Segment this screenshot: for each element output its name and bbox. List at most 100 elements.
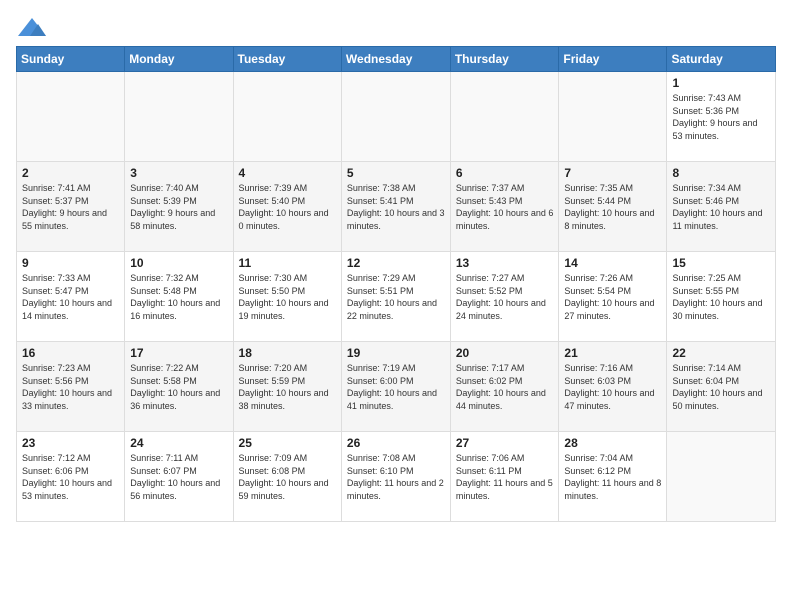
calendar-cell: 12 Sunrise: 7:29 AM Sunset: 5:51 PM Dayli…: [341, 252, 450, 342]
calendar-cell: 15 Sunrise: 7:25 AM Sunset: 5:55 PM Dayli…: [667, 252, 776, 342]
day-info: Sunrise: 7:16 AM Sunset: 6:03 PM Dayligh…: [564, 362, 661, 412]
day-number: 26: [347, 436, 445, 450]
day-info: Sunrise: 7:35 AM Sunset: 5:44 PM Dayligh…: [564, 182, 661, 232]
day-info: Sunrise: 7:41 AM Sunset: 5:37 PM Dayligh…: [22, 182, 119, 232]
day-number: 14: [564, 256, 661, 270]
calendar-cell: 18 Sunrise: 7:20 AM Sunset: 5:59 PM Dayli…: [233, 342, 341, 432]
day-number: 27: [456, 436, 554, 450]
calendar-cell: 5 Sunrise: 7:38 AM Sunset: 5:41 PM Daylig…: [341, 162, 450, 252]
calendar-cell: 20 Sunrise: 7:17 AM Sunset: 6:02 PM Dayli…: [450, 342, 559, 432]
day-info: Sunrise: 7:39 AM Sunset: 5:40 PM Dayligh…: [239, 182, 336, 232]
day-info: Sunrise: 7:37 AM Sunset: 5:43 PM Dayligh…: [456, 182, 554, 232]
calendar-cell: [17, 72, 125, 162]
day-number: 4: [239, 166, 336, 180]
calendar-cell: 13 Sunrise: 7:27 AM Sunset: 5:52 PM Dayli…: [450, 252, 559, 342]
week-row-4: 16 Sunrise: 7:23 AM Sunset: 5:56 PM Dayli…: [17, 342, 776, 432]
calendar-cell: 7 Sunrise: 7:35 AM Sunset: 5:44 PM Daylig…: [559, 162, 667, 252]
calendar-cell: 27 Sunrise: 7:06 AM Sunset: 6:11 PM Dayli…: [450, 432, 559, 522]
day-number: 8: [672, 166, 770, 180]
calendar-cell: 8 Sunrise: 7:34 AM Sunset: 5:46 PM Daylig…: [667, 162, 776, 252]
calendar-cell: 24 Sunrise: 7:11 AM Sunset: 6:07 PM Dayli…: [125, 432, 233, 522]
day-info: Sunrise: 7:32 AM Sunset: 5:48 PM Dayligh…: [130, 272, 227, 322]
calendar-cell: 6 Sunrise: 7:37 AM Sunset: 5:43 PM Daylig…: [450, 162, 559, 252]
calendar-cell: 10 Sunrise: 7:32 AM Sunset: 5:48 PM Dayli…: [125, 252, 233, 342]
day-number: 22: [672, 346, 770, 360]
weekday-header-thursday: Thursday: [450, 47, 559, 72]
calendar-cell: [559, 72, 667, 162]
day-number: 1: [672, 76, 770, 90]
day-number: 2: [22, 166, 119, 180]
day-info: Sunrise: 7:04 AM Sunset: 6:12 PM Dayligh…: [564, 452, 661, 502]
day-number: 18: [239, 346, 336, 360]
calendar-cell: 2 Sunrise: 7:41 AM Sunset: 5:37 PM Daylig…: [17, 162, 125, 252]
day-info: Sunrise: 7:29 AM Sunset: 5:51 PM Dayligh…: [347, 272, 445, 322]
day-number: 11: [239, 256, 336, 270]
calendar-cell: [233, 72, 341, 162]
calendar-cell: 22Sunrise: 7:14 AM Sunset: 6:04 PM Dayli…: [667, 342, 776, 432]
day-number: 28: [564, 436, 661, 450]
logo-icon: [18, 16, 46, 38]
week-row-5: 23Sunrise: 7:12 AM Sunset: 6:06 PM Dayli…: [17, 432, 776, 522]
calendar-cell: 16 Sunrise: 7:23 AM Sunset: 5:56 PM Dayli…: [17, 342, 125, 432]
day-number: 7: [564, 166, 661, 180]
day-number: 5: [347, 166, 445, 180]
day-number: 23: [22, 436, 119, 450]
day-info: Sunrise: 7:34 AM Sunset: 5:46 PM Dayligh…: [672, 182, 770, 232]
weekday-header-row: SundayMondayTuesdayWednesdayThursdayFrid…: [17, 47, 776, 72]
calendar-cell: 21 Sunrise: 7:16 AM Sunset: 6:03 PM Dayli…: [559, 342, 667, 432]
day-info: Sunrise: 7:17 AM Sunset: 6:02 PM Dayligh…: [456, 362, 554, 412]
calendar-cell: 23Sunrise: 7:12 AM Sunset: 6:06 PM Dayli…: [17, 432, 125, 522]
weekday-header-wednesday: Wednesday: [341, 47, 450, 72]
calendar-cell: [667, 432, 776, 522]
day-number: 25: [239, 436, 336, 450]
calendar-cell: 3 Sunrise: 7:40 AM Sunset: 5:39 PM Daylig…: [125, 162, 233, 252]
day-info: Sunrise: 7:19 AM Sunset: 6:00 PM Dayligh…: [347, 362, 445, 412]
weekday-header-sunday: Sunday: [17, 47, 125, 72]
day-number: 16: [22, 346, 119, 360]
day-number: 10: [130, 256, 227, 270]
calendar-cell: 14 Sunrise: 7:26 AM Sunset: 5:54 PM Dayli…: [559, 252, 667, 342]
day-number: 6: [456, 166, 554, 180]
calendar-cell: 26 Sunrise: 7:08 AM Sunset: 6:10 PM Dayli…: [341, 432, 450, 522]
day-info: Sunrise: 7:23 AM Sunset: 5:56 PM Dayligh…: [22, 362, 119, 412]
day-info: Sunrise: 7:06 AM Sunset: 6:11 PM Dayligh…: [456, 452, 554, 502]
day-info: Sunrise: 7:25 AM Sunset: 5:55 PM Dayligh…: [672, 272, 770, 322]
calendar-cell: 1 Sunrise: 7:43 AM Sunset: 5:36 PM Daylig…: [667, 72, 776, 162]
day-number: 24: [130, 436, 227, 450]
day-info: Sunrise: 7:40 AM Sunset: 5:39 PM Dayligh…: [130, 182, 227, 232]
calendar-cell: 9 Sunrise: 7:33 AM Sunset: 5:47 PM Daylig…: [17, 252, 125, 342]
day-info: Sunrise: 7:27 AM Sunset: 5:52 PM Dayligh…: [456, 272, 554, 322]
day-info: Sunrise: 7:11 AM Sunset: 6:07 PM Dayligh…: [130, 452, 227, 502]
calendar-cell: [125, 72, 233, 162]
day-info: Sunrise: 7:33 AM Sunset: 5:47 PM Dayligh…: [22, 272, 119, 322]
calendar-cell: 25 Sunrise: 7:09 AM Sunset: 6:08 PM Dayli…: [233, 432, 341, 522]
week-row-1: 1 Sunrise: 7:43 AM Sunset: 5:36 PM Daylig…: [17, 72, 776, 162]
weekday-header-friday: Friday: [559, 47, 667, 72]
day-number: 19: [347, 346, 445, 360]
day-number: 9: [22, 256, 119, 270]
day-number: 21: [564, 346, 661, 360]
day-info: Sunrise: 7:09 AM Sunset: 6:08 PM Dayligh…: [239, 452, 336, 502]
day-number: 17: [130, 346, 227, 360]
calendar-cell: 4 Sunrise: 7:39 AM Sunset: 5:40 PM Daylig…: [233, 162, 341, 252]
day-info: Sunrise: 7:38 AM Sunset: 5:41 PM Dayligh…: [347, 182, 445, 232]
day-number: 12: [347, 256, 445, 270]
day-info: Sunrise: 7:26 AM Sunset: 5:54 PM Dayligh…: [564, 272, 661, 322]
day-number: 20: [456, 346, 554, 360]
calendar-cell: 11 Sunrise: 7:30 AM Sunset: 5:50 PM Dayli…: [233, 252, 341, 342]
logo: [16, 16, 46, 38]
day-info: Sunrise: 7:22 AM Sunset: 5:58 PM Dayligh…: [130, 362, 227, 412]
day-info: Sunrise: 7:20 AM Sunset: 5:59 PM Dayligh…: [239, 362, 336, 412]
week-row-2: 2 Sunrise: 7:41 AM Sunset: 5:37 PM Daylig…: [17, 162, 776, 252]
weekday-header-saturday: Saturday: [667, 47, 776, 72]
day-info: Sunrise: 7:08 AM Sunset: 6:10 PM Dayligh…: [347, 452, 445, 502]
weekday-header-tuesday: Tuesday: [233, 47, 341, 72]
calendar-cell: 17 Sunrise: 7:22 AM Sunset: 5:58 PM Dayli…: [125, 342, 233, 432]
day-number: 15: [672, 256, 770, 270]
calendar-cell: 28 Sunrise: 7:04 AM Sunset: 6:12 PM Dayli…: [559, 432, 667, 522]
page-header: [16, 16, 776, 38]
day-number: 13: [456, 256, 554, 270]
day-info: Sunrise: 7:30 AM Sunset: 5:50 PM Dayligh…: [239, 272, 336, 322]
day-number: 3: [130, 166, 227, 180]
day-info: Sunrise: 7:43 AM Sunset: 5:36 PM Dayligh…: [672, 92, 770, 142]
